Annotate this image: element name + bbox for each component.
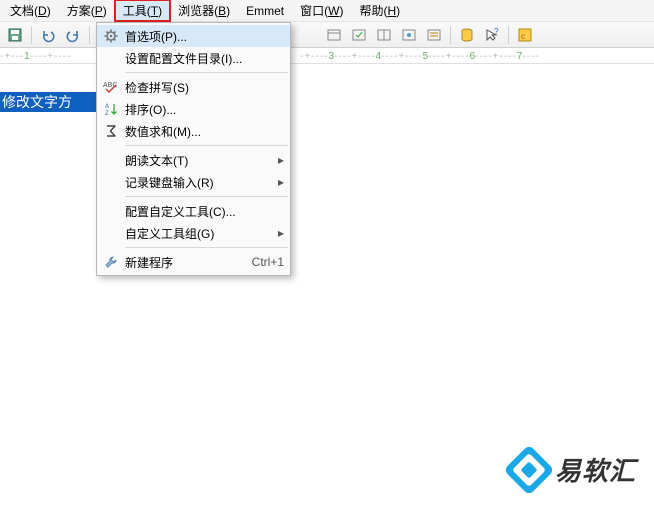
floppy-icon [7, 27, 23, 43]
wrench-icon [101, 253, 121, 271]
menu-separator [125, 196, 288, 197]
menu-item-record-keyboard[interactable]: 记录键盘输入(R) ▸ [97, 171, 290, 193]
blank-icon [101, 202, 121, 220]
watermark-logo: 易软汇 [511, 451, 636, 488]
toolbar-separator [508, 26, 509, 44]
menu-item-label: 配置自定义工具(C)... [121, 203, 284, 220]
toolbar-btn-generic-3[interactable] [373, 24, 395, 46]
menu-separator [125, 72, 288, 73]
help-pointer-icon: ? [484, 27, 500, 43]
selected-text: 修改文字方 [0, 92, 96, 112]
menu-item-label: 新建程序 [121, 254, 246, 271]
menubar-label: 帮助 [359, 4, 383, 18]
menubar-item-help[interactable]: 帮助(H) [351, 0, 408, 21]
menubar-item-window[interactable]: 窗口(W) [292, 0, 351, 21]
menubar: 文档(D) 方案(P) 工具(T) 浏览器(B) Emmet 窗口(W) 帮助(… [0, 0, 654, 22]
toolbar-btn-css[interactable]: c [514, 24, 536, 46]
toolbar-btn-undo[interactable] [37, 24, 59, 46]
toolbar-btn-db[interactable] [456, 24, 478, 46]
submenu-arrow-icon: ▸ [278, 153, 284, 167]
panel-check-icon [351, 27, 367, 43]
menu-separator [125, 145, 288, 146]
svg-text:c: c [521, 32, 525, 41]
menubar-label: 窗口 [300, 4, 324, 18]
menu-item-tool-groups[interactable]: 自定义工具组(G) ▸ [97, 222, 290, 244]
menubar-mnemonic: W [328, 4, 339, 18]
menu-item-read-text[interactable]: 朗读文本(T) ▸ [97, 149, 290, 171]
svg-text:A: A [105, 104, 109, 110]
menu-item-label: 检查拼写(S) [121, 79, 284, 96]
menu-item-label: 记录键盘输入(R) [121, 174, 278, 191]
panel-eye-icon [401, 27, 417, 43]
panel-columns-icon [376, 27, 392, 43]
toolbar-btn-generic-5[interactable] [423, 24, 445, 46]
menubar-mnemonic: T [151, 4, 158, 18]
toolbar-btn-help[interactable]: ? [481, 24, 503, 46]
svg-text:?: ? [494, 27, 499, 36]
toolbar-separator [450, 26, 451, 44]
menu-item-label: 首选项(P)... [121, 28, 284, 45]
menubar-item-browsers[interactable]: 浏览器(B) [170, 0, 238, 21]
menubar-mnemonic: H [387, 4, 396, 18]
menu-item-set-config-dir[interactable]: 设置配置文件目录(I)... [97, 47, 290, 69]
redo-icon [65, 27, 81, 43]
blank-icon [101, 173, 121, 191]
menu-item-new-program[interactable]: 新建程序 Ctrl+1 [97, 251, 290, 273]
menubar-item-tools[interactable]: 工具(T) [115, 0, 170, 21]
menu-item-label: 设置配置文件目录(I)... [121, 50, 284, 67]
menu-item-label: 排序(O)... [121, 101, 284, 118]
menubar-label: Emmet [246, 4, 284, 18]
watermark-text: 易软汇 [555, 451, 636, 488]
gear-icon [101, 27, 121, 45]
toolbar-btn-generic-2[interactable] [348, 24, 370, 46]
menu-item-sum[interactable]: 数值求和(M)... [97, 120, 290, 142]
menu-item-shortcut: Ctrl+1 [246, 255, 284, 269]
submenu-arrow-icon: ▸ [278, 175, 284, 189]
blank-icon [101, 224, 121, 242]
menu-item-sort[interactable]: AZ 排序(O)... [97, 98, 290, 120]
menu-item-label: 数值求和(M)... [121, 123, 284, 140]
undo-icon [40, 27, 56, 43]
tools-dropdown: 首选项(P)... 设置配置文件目录(I)... ABC 检查拼写(S) AZ … [96, 22, 291, 276]
ruler-dashes: -+--- [0, 51, 24, 62]
toolbar-btn-save[interactable] [4, 24, 26, 46]
menubar-label: 浏览器 [178, 4, 214, 18]
panel-list-icon [426, 27, 442, 43]
css-icon: c [517, 27, 533, 43]
menu-separator [125, 247, 288, 248]
menu-item-label: 朗读文本(T) [121, 152, 278, 169]
toolbar-btn-redo[interactable] [62, 24, 84, 46]
menubar-label: 方案 [67, 4, 91, 18]
menubar-mnemonic: B [218, 4, 226, 18]
submenu-arrow-icon: ▸ [278, 226, 284, 240]
menu-item-spellcheck[interactable]: ABC 检查拼写(S) [97, 76, 290, 98]
menubar-item-document[interactable]: 文档(D) [2, 0, 59, 21]
menu-item-label: 自定义工具组(G) [121, 225, 278, 242]
menubar-mnemonic: D [38, 4, 47, 18]
sort-icon: AZ [101, 100, 121, 118]
menubar-item-project[interactable]: 方案(P) [59, 0, 115, 21]
toolbar-separator [89, 26, 90, 44]
logo-mark-icon [504, 444, 555, 495]
menu-item-configure-tools[interactable]: 配置自定义工具(C)... [97, 200, 290, 222]
sigma-icon [101, 122, 121, 140]
menubar-item-emmet[interactable]: Emmet [238, 2, 292, 20]
panel-icon [326, 27, 342, 43]
menu-item-preferences[interactable]: 首选项(P)... [97, 25, 290, 47]
menubar-label: 文档 [10, 4, 34, 18]
menubar-label: 工具 [123, 4, 147, 18]
toolbar-btn-generic-1[interactable] [323, 24, 345, 46]
database-icon [459, 27, 475, 43]
blank-icon [101, 49, 121, 67]
toolbar-btn-generic-4[interactable] [398, 24, 420, 46]
abc-check-icon: ABC [101, 78, 121, 96]
svg-text:Z: Z [105, 111, 109, 116]
menubar-mnemonic: P [95, 4, 103, 18]
toolbar-separator [31, 26, 32, 44]
blank-icon [101, 151, 121, 169]
